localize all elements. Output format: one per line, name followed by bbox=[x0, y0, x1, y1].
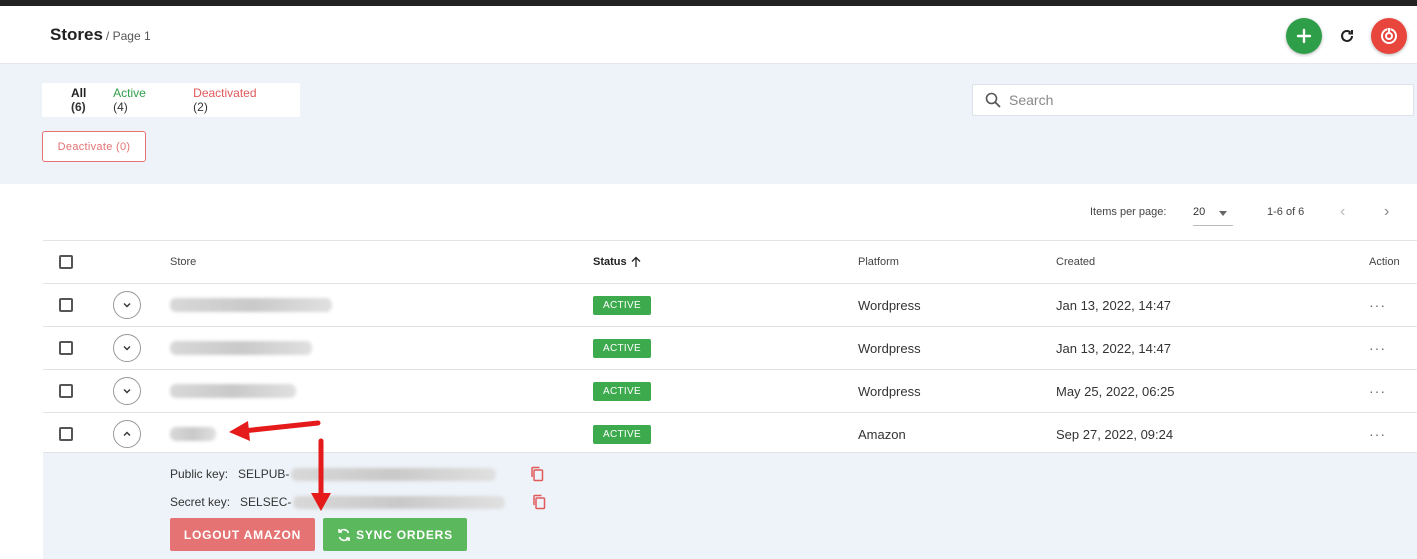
chevron-right-icon: › bbox=[1384, 203, 1390, 220]
row-actions-menu[interactable]: ··· bbox=[1369, 297, 1386, 313]
table-row-expanded: ACTIVE Amazon Sep 27, 2022, 09:24 ··· bbox=[43, 412, 1417, 455]
public-key-redacted bbox=[291, 467, 497, 481]
collapse-row-button[interactable] bbox=[113, 420, 141, 448]
platform-cell: Wordpress bbox=[858, 297, 921, 313]
filter-deactivated-label: Deactivated bbox=[193, 86, 257, 100]
items-per-page-value: 20 bbox=[1193, 206, 1206, 218]
status-badge: ACTIVE bbox=[593, 295, 651, 315]
filter-deactivated[interactable]: Deactivated (2) bbox=[193, 86, 287, 114]
filter-bar: All (6) Active (4) Deactivated (2) Deact… bbox=[0, 64, 1417, 184]
add-store-button[interactable] bbox=[1286, 18, 1322, 54]
row-actions-menu[interactable]: ··· bbox=[1369, 426, 1386, 442]
row-actions-menu[interactable]: ··· bbox=[1369, 383, 1386, 399]
col-header-status[interactable]: Status bbox=[593, 241, 642, 283]
secret-key-redacted bbox=[293, 495, 506, 509]
filter-deactivated-count: (2) bbox=[193, 100, 208, 114]
refresh-button[interactable] bbox=[1329, 18, 1365, 54]
row-checkbox[interactable] bbox=[59, 341, 73, 355]
store-name-redacted bbox=[170, 341, 312, 355]
filter-active[interactable]: Active (4) bbox=[113, 86, 180, 114]
status-filter-tabs: All (6) Active (4) Deactivated (2) bbox=[42, 83, 300, 117]
status-badge: ACTIVE bbox=[593, 424, 651, 444]
row-checkbox[interactable] bbox=[59, 427, 73, 441]
search-icon bbox=[985, 92, 1001, 108]
store-detail-panel: Public key: SELPUB- Secret key: SELSEC- … bbox=[43, 452, 1417, 559]
power-button[interactable] bbox=[1371, 18, 1407, 54]
public-key-prefix: SELPUB- bbox=[238, 467, 290, 481]
copy-secret-key-icon[interactable] bbox=[532, 494, 546, 510]
filter-all-label: All bbox=[71, 86, 87, 100]
refresh-icon bbox=[1341, 29, 1353, 42]
created-cell: Jan 13, 2022, 14:47 bbox=[1056, 297, 1171, 313]
filter-all[interactable]: All (6) bbox=[71, 86, 100, 114]
page-title: Stores / Page 1 bbox=[50, 25, 151, 45]
platform-cell: Wordpress bbox=[858, 383, 921, 399]
sync-orders-label: SYNC ORDERS bbox=[356, 527, 453, 542]
store-name-redacted bbox=[170, 427, 216, 441]
page-title-text: Stores bbox=[50, 25, 103, 44]
chevron-left-icon: ‹ bbox=[1340, 203, 1346, 220]
row-checkbox[interactable] bbox=[59, 384, 73, 398]
search-box[interactable] bbox=[972, 84, 1414, 116]
chevron-down-icon bbox=[123, 303, 131, 308]
col-header-status-label: Status bbox=[593, 256, 627, 268]
store-name-redacted bbox=[170, 298, 332, 312]
row-checkbox[interactable] bbox=[59, 298, 73, 312]
platform-cell: Wordpress bbox=[858, 340, 921, 356]
secret-key-label: Secret key: bbox=[170, 495, 231, 509]
table-row: ACTIVE Wordpress May 25, 2022, 06:25 ··· bbox=[43, 369, 1417, 412]
sync-icon bbox=[338, 528, 350, 541]
items-per-page-select[interactable]: 20 bbox=[1193, 199, 1233, 226]
filter-active-count: (4) bbox=[113, 100, 128, 114]
public-key-row: Public key: SELPUB- bbox=[170, 467, 497, 481]
chevron-down-icon bbox=[123, 346, 131, 351]
stores-table: Store Status Platform Created Action ACT… bbox=[43, 240, 1417, 455]
page-header: Stores / Page 1 bbox=[0, 6, 1417, 64]
filter-active-label: Active bbox=[113, 86, 146, 100]
next-page-button[interactable]: › bbox=[1384, 203, 1389, 221]
col-header-action: Action bbox=[1369, 256, 1400, 268]
created-cell: Jan 13, 2022, 14:47 bbox=[1056, 340, 1171, 356]
expand-row-button[interactable] bbox=[113, 334, 141, 362]
secret-key-row: Secret key: SELSEC- bbox=[170, 495, 506, 509]
prev-page-button[interactable]: ‹ bbox=[1340, 203, 1345, 221]
status-badge: ACTIVE bbox=[593, 338, 651, 358]
logout-amazon-button[interactable]: LOGOUT AMAZON bbox=[170, 518, 315, 551]
status-badge: ACTIVE bbox=[593, 381, 651, 401]
expand-row-button[interactable] bbox=[113, 377, 141, 405]
col-header-store[interactable]: Store bbox=[170, 241, 196, 283]
power-icon bbox=[1381, 27, 1397, 44]
expand-row-button[interactable] bbox=[113, 291, 141, 319]
table-row: ACTIVE Wordpress Jan 13, 2022, 14:47 ··· bbox=[43, 283, 1417, 326]
pagination-range: 1-6 of 6 bbox=[1267, 206, 1305, 218]
public-key-label: Public key: bbox=[170, 467, 229, 481]
sync-orders-button[interactable]: SYNC ORDERS bbox=[323, 518, 467, 551]
col-header-created[interactable]: Created bbox=[1056, 241, 1095, 283]
created-cell: Sep 27, 2022, 09:24 bbox=[1056, 426, 1174, 442]
items-per-page-label: Items per page: bbox=[1090, 206, 1167, 218]
table-header-row: Store Status Platform Created Action bbox=[43, 240, 1417, 283]
created-cell: May 25, 2022, 06:25 bbox=[1056, 383, 1175, 399]
page-subtitle: / Page 1 bbox=[105, 29, 151, 43]
chevron-down-icon bbox=[123, 389, 131, 394]
col-header-platform[interactable]: Platform bbox=[858, 241, 899, 283]
row-actions-menu[interactable]: ··· bbox=[1369, 340, 1386, 356]
plus-icon bbox=[1296, 28, 1312, 44]
deactivate-button[interactable]: Deactivate (0) bbox=[42, 131, 146, 162]
copy-public-key-icon[interactable] bbox=[530, 466, 544, 482]
chevron-up-icon bbox=[123, 431, 131, 436]
sort-asc-icon bbox=[631, 256, 641, 267]
search-input[interactable] bbox=[1007, 91, 1391, 109]
platform-cell: Amazon bbox=[858, 426, 906, 442]
table-row: ACTIVE Wordpress Jan 13, 2022, 14:47 ··· bbox=[43, 326, 1417, 369]
chevron-down-icon bbox=[1219, 211, 1227, 216]
store-name-redacted bbox=[170, 384, 296, 398]
secret-key-prefix: SELSEC- bbox=[240, 495, 292, 509]
filter-all-count: (6) bbox=[71, 100, 86, 114]
select-all-checkbox[interactable] bbox=[59, 255, 73, 269]
